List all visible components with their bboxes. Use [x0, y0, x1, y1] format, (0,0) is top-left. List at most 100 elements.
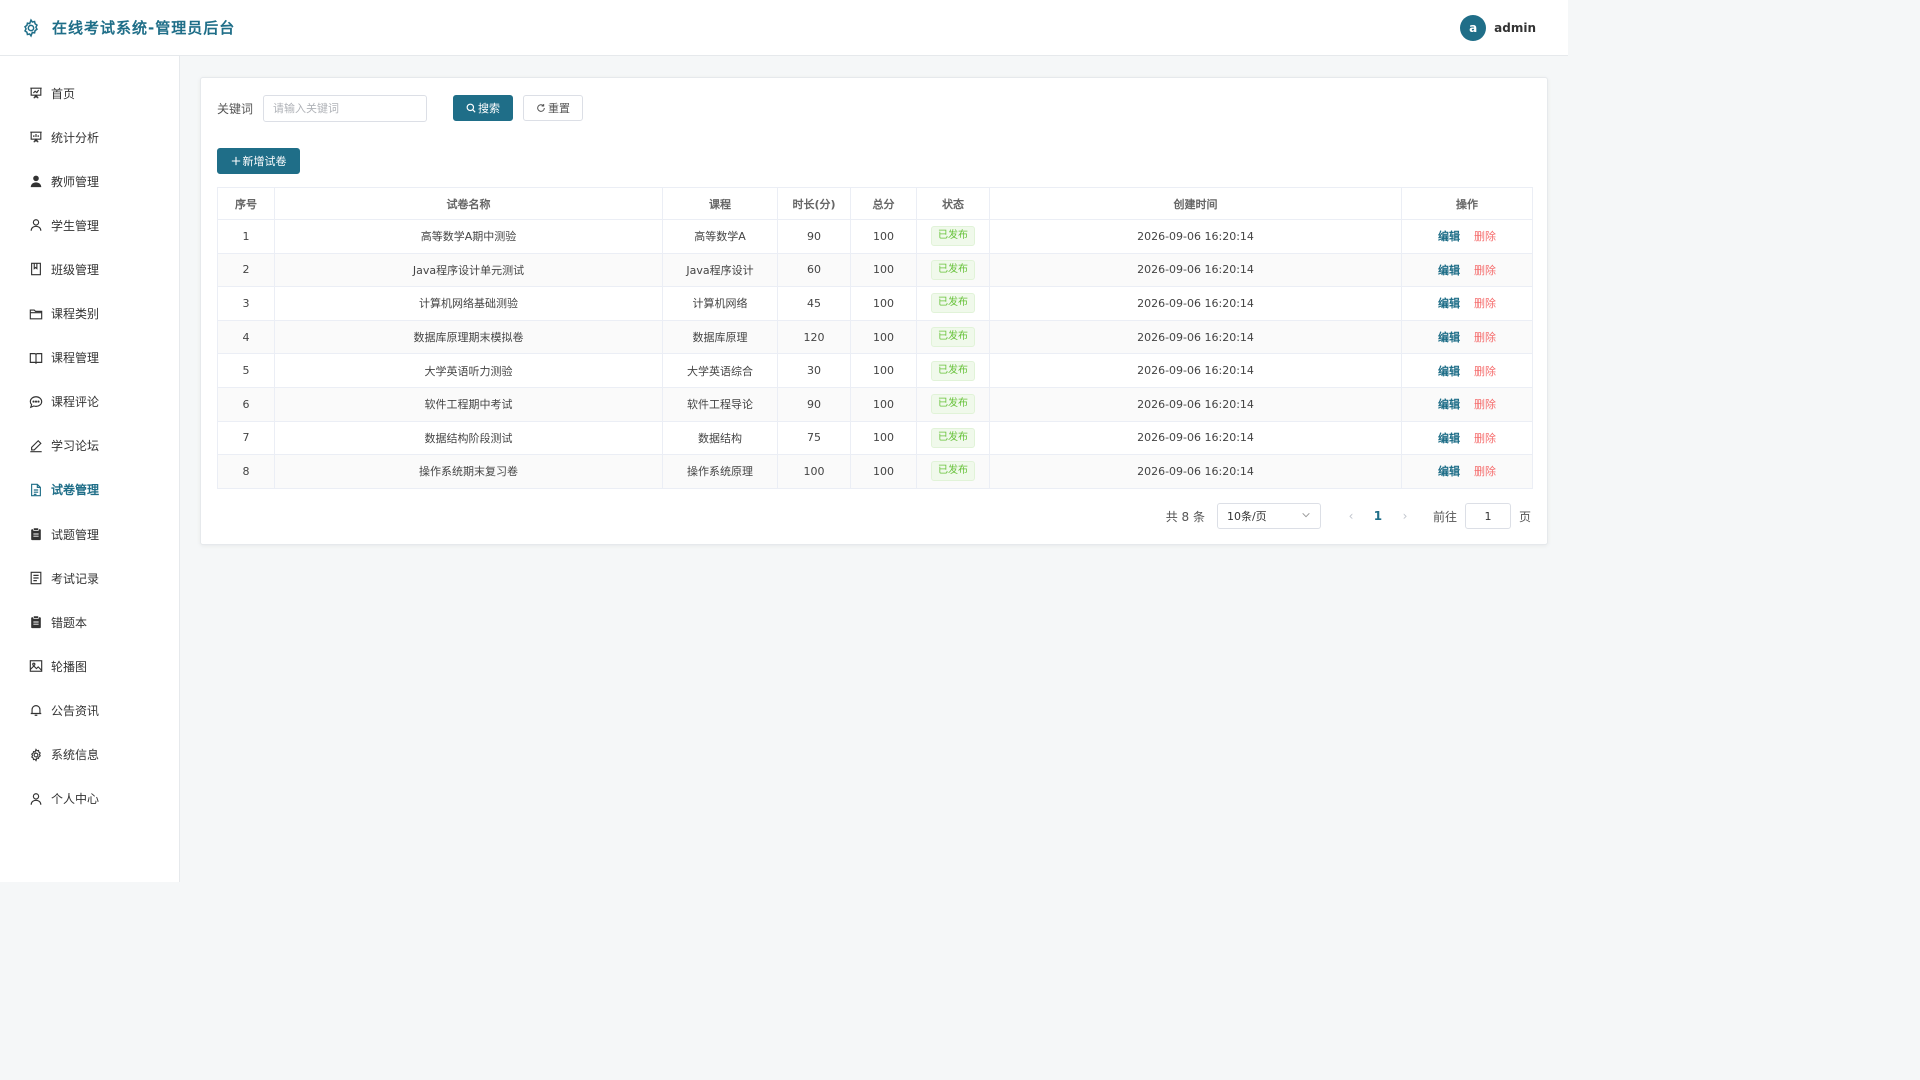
table-row: 6 软件工程期中考试 软件工程导论 90 100 已发布 2026-09-06 16:20:…	[217, 386, 1533, 422]
edit-button[interactable]: 编辑	[1438, 264, 1460, 277]
cell-duration: 45	[777, 286, 851, 321]
sidebar-item[interactable]: 轮播图	[0, 648, 179, 684]
cell-no: 6	[217, 386, 275, 422]
cell-course: 大学英语综合	[662, 353, 778, 388]
next-page-button[interactable]: ›	[1395, 509, 1415, 523]
status-badge: 已发布	[931, 394, 975, 415]
goto-page-input[interactable]	[1464, 503, 1511, 529]
table-row: 1 高等数学A期中测验 高等数学A 90 100 已发布 2026-09-06 16:20:…	[217, 219, 1533, 254]
delete-button[interactable]: 删除	[1474, 465, 1496, 478]
cell-status: 已发布	[916, 252, 990, 288]
prev-page-button[interactable]: ‹	[1341, 509, 1361, 523]
status-badge: 已发布	[931, 226, 975, 247]
sidebar-item[interactable]: 系统信息	[0, 737, 179, 773]
sidebar-item[interactable]: 试题管理	[0, 516, 179, 552]
cell-duration: 90	[777, 386, 851, 422]
delete-button[interactable]: 删除	[1474, 297, 1496, 310]
chart-board-icon	[28, 129, 44, 145]
delete-button[interactable]: 删除	[1474, 365, 1496, 378]
keyword-input[interactable]	[263, 94, 428, 122]
page-unit-label: 页	[1518, 509, 1531, 524]
reset-button[interactable]: 重置	[523, 95, 584, 121]
search-button[interactable]: 搜索	[453, 95, 514, 121]
table-header-row: 序号 试卷名称 课程 时长(分) 总分 状态 创建时间 操作	[217, 187, 1533, 220]
cell-actions: 编辑 删除	[1401, 386, 1533, 422]
sidebar-item[interactable]: 学习论坛	[0, 428, 179, 464]
cell-no: 4	[217, 319, 275, 355]
cell-course: 计算机网络	[662, 286, 778, 321]
edit-button[interactable]: 编辑	[1438, 365, 1460, 378]
sidebar-item-label: 课程类别	[51, 307, 100, 321]
cell-score: 100	[850, 454, 917, 489]
cell-actions: 编辑 删除	[1401, 319, 1533, 355]
edit-button[interactable]: 编辑	[1438, 230, 1460, 243]
sidebar-item-label: 系统信息	[51, 748, 100, 762]
cell-actions: 编辑 删除	[1401, 420, 1533, 456]
cell-created: 2026-09-06 16:20:14	[989, 353, 1402, 388]
page-number-current[interactable]: 1	[1361, 509, 1395, 523]
delete-button[interactable]: 删除	[1474, 398, 1496, 411]
cell-name: 数据结构阶段测试	[274, 420, 663, 456]
avatar[interactable]: a	[1460, 15, 1487, 41]
sidebar-item[interactable]: 个人中心	[0, 781, 179, 817]
sidebar-item-label: 试题管理	[51, 527, 100, 542]
cell-course: Java程序设计	[662, 252, 778, 288]
cell-created: 2026-09-06 16:20:14	[989, 386, 1402, 422]
column-header: 课程	[662, 187, 778, 220]
delete-button[interactable]: 删除	[1474, 230, 1496, 243]
user-menu[interactable]: a admin	[1460, 15, 1536, 41]
sidebar-item-label: 首页	[51, 86, 76, 101]
delete-button[interactable]: 删除	[1474, 264, 1496, 277]
search-icon	[466, 103, 476, 113]
cell-actions: 编辑 删除	[1401, 286, 1533, 321]
table-row: 5 大学英语听力测验 大学英语综合 30 100 已发布 2026-09-06 16:20:…	[217, 353, 1533, 388]
cell-no: 5	[217, 353, 275, 388]
plus-icon	[231, 156, 241, 166]
sidebar-item[interactable]: 首页	[0, 75, 179, 111]
sidebar-item-label: 错题本	[51, 615, 88, 630]
sidebar-item[interactable]: 学生管理	[0, 207, 179, 243]
cell-name: 软件工程期中考试	[274, 386, 663, 422]
cell-duration: 90	[777, 219, 851, 254]
page-size-select[interactable]: 10条/页	[1216, 503, 1321, 529]
sidebar-item[interactable]: 教师管理	[0, 163, 179, 199]
username[interactable]: admin	[1494, 21, 1536, 35]
sidebar-item[interactable]: 统计分析	[0, 119, 179, 155]
cell-name: 大学英语听力测验	[274, 353, 663, 388]
cell-duration: 100	[777, 454, 851, 489]
sidebar-item-label: 学习论坛	[51, 439, 100, 454]
sidebar-item[interactable]: 班级管理	[0, 251, 179, 287]
table-row: 2 Java程序设计单元测试 Java程序设计 60 100 已发布 2026-09-06 …	[217, 252, 1533, 288]
gear-icon	[20, 17, 42, 39]
notebook-icon	[28, 261, 44, 277]
sidebar-item[interactable]: 课程类别	[0, 296, 179, 332]
sidebar-item[interactable]: 公告资讯	[0, 692, 179, 728]
sidebar-item[interactable]: 考试记录	[0, 560, 179, 596]
cell-score: 100	[850, 219, 917, 254]
sidebar-item-label: 课程评论	[51, 395, 100, 410]
sidebar-item[interactable]: 课程管理	[0, 340, 179, 376]
sidebar-item-label: 统计分析	[51, 130, 100, 145]
sidebar-item[interactable]: 错题本	[0, 604, 179, 640]
status-badge: 已发布	[931, 327, 975, 348]
user-icon	[28, 791, 44, 807]
edit-button[interactable]: 编辑	[1438, 432, 1460, 445]
delete-button[interactable]: 删除	[1474, 331, 1496, 344]
cell-course: 数据结构	[662, 420, 778, 456]
column-header: 操作	[1401, 187, 1533, 220]
edit-button[interactable]: 编辑	[1438, 297, 1460, 310]
cell-name: 计算机网络基础测验	[274, 286, 663, 321]
app-title: 在线考试系统-管理员后台	[52, 19, 236, 37]
add-paper-button[interactable]: 新增试卷	[217, 148, 300, 174]
sidebar-item[interactable]: 试卷管理	[0, 472, 179, 508]
edit-button[interactable]: 编辑	[1438, 398, 1460, 411]
sidebar-item-label: 班级管理	[51, 262, 100, 277]
chat-icon	[28, 394, 44, 410]
delete-button[interactable]: 删除	[1474, 432, 1496, 445]
edit-button[interactable]: 编辑	[1438, 331, 1460, 344]
page-size-value: 10条/页	[1226, 510, 1267, 523]
sidebar: 首页统计分析教师管理学生管理班级管理课程类别课程管理课程评论学习论坛试卷管理试题…	[0, 56, 180, 882]
sidebar-item-label: 课程管理	[51, 351, 100, 366]
edit-button[interactable]: 编辑	[1438, 465, 1460, 478]
sidebar-item[interactable]: 课程评论	[0, 384, 179, 420]
